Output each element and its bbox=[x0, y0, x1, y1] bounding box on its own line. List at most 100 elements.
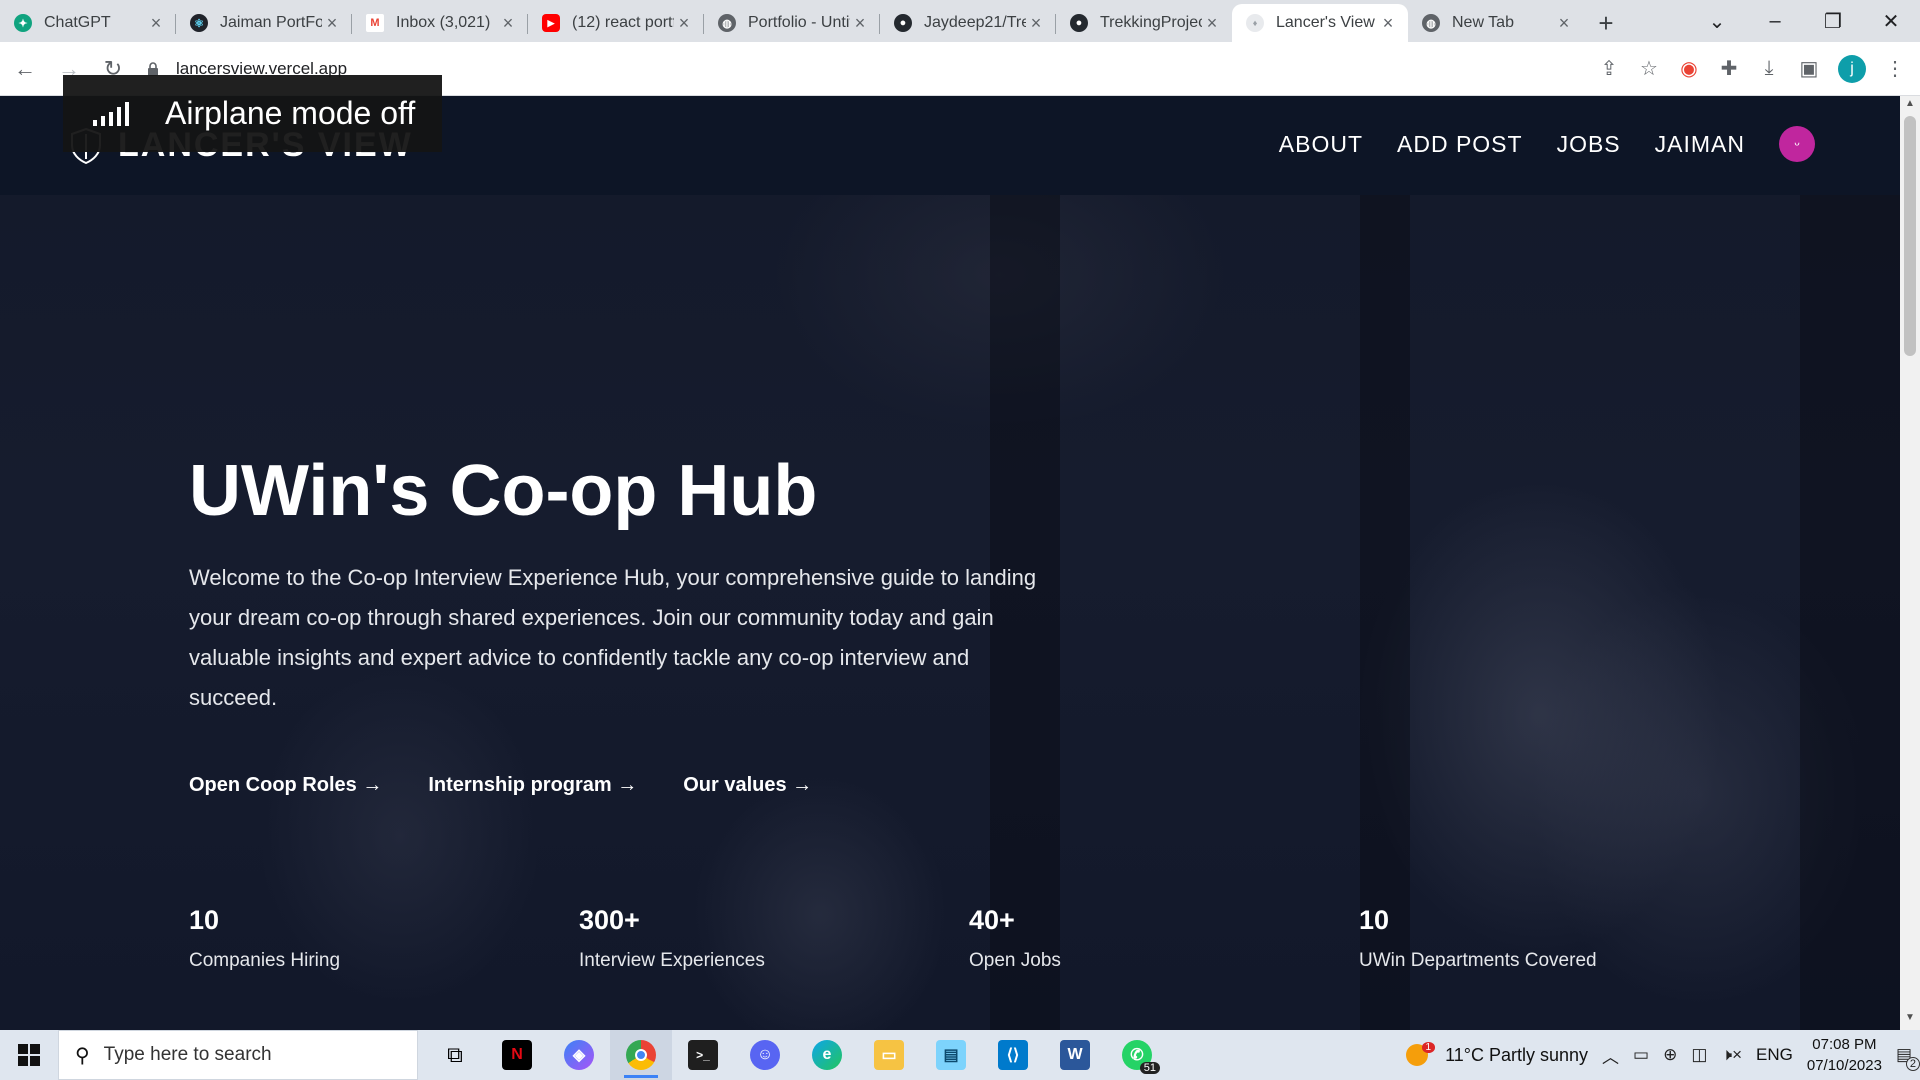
profile-avatar[interactable]: j bbox=[1838, 54, 1866, 83]
close-icon[interactable]: × bbox=[1378, 13, 1398, 34]
browser-tab-strip: ✦ ChatGPT × ⚛ Jaiman PortFolio × M Inbox… bbox=[0, 0, 1920, 42]
hero-section: UWin's Co-op Hub Welcome to the Co-op In… bbox=[0, 195, 1900, 1030]
stat-value: 40+ bbox=[969, 905, 1015, 935]
new-tab-button[interactable]: + bbox=[1584, 4, 1628, 42]
tab-jaiman-portfolio[interactable]: ⚛ Jaiman PortFolio × bbox=[176, 4, 352, 42]
internship-program-link[interactable]: Internship program → bbox=[428, 774, 637, 797]
network-globe-icon[interactable]: ⊕ bbox=[1663, 1045, 1677, 1065]
minimize-button[interactable]: – bbox=[1746, 10, 1804, 33]
globe-icon: ◍ bbox=[718, 14, 736, 32]
task-view-icon: ⧉ bbox=[447, 1042, 463, 1067]
nav-jobs[interactable]: JOBS bbox=[1557, 131, 1621, 158]
chatgpt-icon: ✦ bbox=[14, 14, 32, 32]
remote-desktop-icon: ▤ bbox=[936, 1040, 966, 1070]
clock-date: 07/10/2023 bbox=[1806, 1057, 1882, 1074]
close-icon[interactable]: × bbox=[1554, 13, 1574, 34]
close-icon[interactable]: × bbox=[850, 13, 870, 34]
tab-lancers-view[interactable]: ♦ Lancer's View × bbox=[1232, 4, 1408, 42]
word-app[interactable]: W bbox=[1044, 1030, 1106, 1080]
tab-new-tab[interactable]: ◍ New Tab × bbox=[1408, 4, 1584, 42]
tab-title: Portfolio - Untitled bbox=[748, 14, 850, 31]
close-icon[interactable]: × bbox=[1026, 13, 1046, 34]
tab-github-repo[interactable]: ● Jaydeep21/Trekking × bbox=[880, 4, 1056, 42]
nav-about[interactable]: ABOUT bbox=[1279, 131, 1363, 158]
download-icon[interactable]: ⤓ bbox=[1758, 57, 1780, 80]
vscode-icon: ⟨⟩ bbox=[998, 1040, 1028, 1070]
close-icon[interactable]: × bbox=[498, 13, 518, 34]
stat-jobs: 40+ Open Jobs bbox=[969, 905, 1359, 972]
terminal-app[interactable]: >_ bbox=[672, 1030, 734, 1080]
tab-title: (12) react portfolio bbox=[572, 14, 674, 31]
close-icon[interactable]: × bbox=[1202, 13, 1222, 34]
clock[interactable]: 07:08 PM 07/10/2023 bbox=[1807, 1034, 1882, 1076]
share-icon[interactable]: ⇪ bbox=[1598, 58, 1620, 80]
stat-companies: 10 Companies Hiring bbox=[189, 905, 579, 972]
close-icon[interactable]: × bbox=[674, 13, 694, 34]
close-window-button[interactable]: ✕ bbox=[1862, 9, 1920, 34]
tab-title: Lancer's View bbox=[1276, 14, 1375, 31]
extensions-puzzle-icon[interactable]: ✚ bbox=[1718, 58, 1740, 80]
tab-search-icon[interactable]: ⌄ bbox=[1688, 9, 1746, 34]
stat-departments: 10 UWin Departments Covered bbox=[1359, 905, 1749, 972]
battery-icon[interactable]: ▭ bbox=[1633, 1045, 1649, 1065]
globe-icon: ◍ bbox=[1422, 14, 1440, 32]
tab-gmail[interactable]: M Inbox (3,021) × bbox=[352, 4, 528, 42]
side-panel-icon[interactable]: ▣ bbox=[1798, 58, 1820, 80]
close-icon[interactable]: × bbox=[322, 13, 342, 34]
vscode-app[interactable]: ⟨⟩ bbox=[982, 1030, 1044, 1080]
nav-user[interactable]: JAIMAN bbox=[1655, 131, 1745, 158]
youtube-icon: ▶ bbox=[542, 14, 560, 32]
show-hidden-icons-chevron-icon[interactable]: ︿ bbox=[1602, 1043, 1619, 1068]
whatsapp-app[interactable]: ✆ 51 bbox=[1106, 1030, 1168, 1080]
bookmark-star-icon[interactable]: ☆ bbox=[1638, 58, 1660, 80]
chrome-app[interactable] bbox=[610, 1030, 672, 1080]
open-coop-roles-link[interactable]: Open Coop Roles → bbox=[189, 774, 382, 797]
netflix-icon: N bbox=[502, 1040, 532, 1070]
weather-widget[interactable]: 1 11°C Partly sunny bbox=[1405, 1041, 1588, 1066]
extension-vpn-icon[interactable]: ◉ bbox=[1678, 58, 1700, 80]
menu-kebab-icon[interactable]: ⋮ bbox=[1884, 58, 1906, 80]
hero-title: UWin's Co-op Hub bbox=[189, 451, 818, 531]
discord-app[interactable]: ☺ bbox=[734, 1030, 796, 1080]
back-button[interactable]: ← bbox=[6, 56, 44, 82]
stat-value: 10 bbox=[189, 905, 220, 935]
tab-youtube[interactable]: ▶ (12) react portfolio × bbox=[528, 4, 704, 42]
stat-label: Open Jobs bbox=[969, 950, 1061, 971]
scroll-down-arrow-icon[interactable]: ▼ bbox=[1900, 1012, 1920, 1028]
edge-icon: e bbox=[812, 1040, 842, 1070]
user-avatar[interactable]: ᵕ bbox=[1779, 126, 1815, 162]
tab-portfolio[interactable]: ◍ Portfolio - Untitled × bbox=[704, 4, 880, 42]
hero-description: Welcome to the Co-op Interview Experienc… bbox=[189, 565, 1037, 710]
meet-now-icon[interactable]: ◫ bbox=[1691, 1045, 1707, 1065]
language-indicator[interactable]: ENG bbox=[1756, 1045, 1793, 1065]
discord-icon: ☺ bbox=[750, 1040, 780, 1070]
our-values-link[interactable]: Our values → bbox=[683, 774, 812, 797]
nav-add-post[interactable]: ADD POST bbox=[1397, 131, 1523, 158]
notification-count: 2 bbox=[1905, 1057, 1920, 1071]
tab-title: Jaydeep21/Trekking bbox=[924, 14, 1026, 31]
scroll-up-arrow-icon[interactable]: ▲ bbox=[1900, 98, 1920, 114]
page-scrollbar[interactable]: ▲ ▼ bbox=[1900, 96, 1920, 1030]
close-icon[interactable]: × bbox=[146, 13, 166, 34]
tab-title: Inbox (3,021) bbox=[396, 14, 491, 31]
start-button[interactable] bbox=[0, 1030, 58, 1080]
file-explorer-app[interactable]: ▭ bbox=[858, 1030, 920, 1080]
speaker-muted-icon[interactable]: 🕨× bbox=[1721, 1045, 1742, 1065]
scrollbar-thumb[interactable] bbox=[1904, 116, 1916, 356]
restore-button[interactable]: ❐ bbox=[1804, 9, 1862, 34]
github-icon: ● bbox=[894, 14, 912, 32]
windows-logo-icon bbox=[18, 1044, 40, 1066]
taskbar-search[interactable]: ⚲ Type here to search bbox=[58, 1030, 418, 1080]
edge-app[interactable]: e bbox=[796, 1030, 858, 1080]
task-view-button[interactable]: ⧉ bbox=[424, 1030, 486, 1080]
copilot-app[interactable]: ◈ bbox=[548, 1030, 610, 1080]
whatsapp-badge: 51 bbox=[1139, 1062, 1160, 1074]
tab-trekking-project[interactable]: ● TrekkingProject × bbox=[1056, 4, 1232, 42]
remote-desktop-app[interactable]: ▤ bbox=[920, 1030, 982, 1080]
netflix-app[interactable]: N bbox=[486, 1030, 548, 1080]
stat-label: UWin Departments Covered bbox=[1359, 950, 1597, 971]
tab-chatgpt[interactable]: ✦ ChatGPT × bbox=[0, 4, 176, 42]
notifications-icon[interactable]: ▤ 2 bbox=[1896, 1045, 1920, 1071]
weather-text: 11°C Partly sunny bbox=[1445, 1044, 1588, 1065]
stat-label: Interview Experiences bbox=[579, 950, 765, 971]
